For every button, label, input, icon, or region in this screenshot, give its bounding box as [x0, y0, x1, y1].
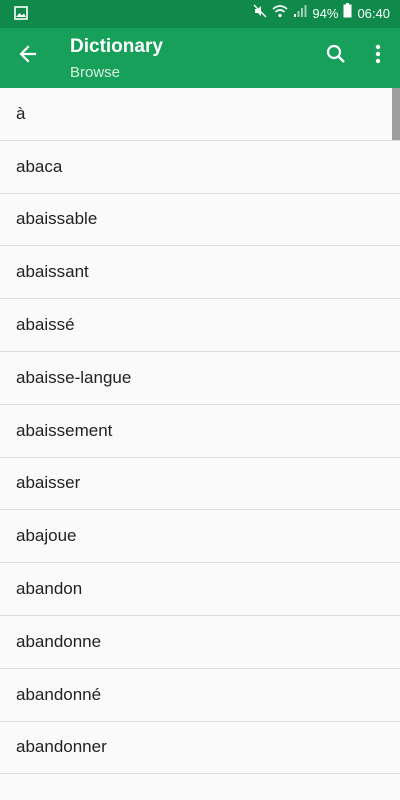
- word-label: abandonné: [16, 684, 102, 704]
- word-label: abaisse-langue: [16, 367, 132, 387]
- search-button[interactable]: [320, 40, 352, 72]
- word-label: abaissé: [16, 315, 75, 335]
- list-item[interactable]: abandon: [0, 563, 400, 616]
- list-item[interactable]: abaissable: [0, 193, 400, 247]
- page-subtitle: Browse: [70, 64, 121, 81]
- word-label: abaisser: [16, 473, 81, 493]
- image-icon: [14, 6, 28, 23]
- scrollbar[interactable]: [392, 88, 400, 140]
- word-label: à: [16, 103, 26, 123]
- back-arrow-icon: [18, 44, 38, 69]
- word-label: abaissable: [16, 209, 98, 229]
- list-item[interactable]: abajoue: [0, 510, 400, 564]
- word-label: abajoue: [16, 526, 77, 546]
- list-item[interactable]: à: [0, 88, 400, 141]
- list-item[interactable]: abaissé: [0, 299, 400, 352]
- search-icon: [326, 44, 346, 69]
- back-button[interactable]: [10, 38, 46, 74]
- battery-percent: 94%: [312, 6, 339, 21]
- list-item[interactable]: [0, 774, 400, 800]
- word-list[interactable]: à abaca abaissable abaissant abaissé aba…: [0, 88, 400, 800]
- word-label: abandon: [16, 579, 83, 599]
- battery-icon: [343, 0, 352, 28]
- list-item[interactable]: abaissant: [0, 246, 400, 300]
- list-item[interactable]: abaissement: [0, 404, 400, 458]
- clock: 06:40: [357, 6, 390, 21]
- status-bar: 94% 06:40: [0, 0, 400, 28]
- list-item[interactable]: abaisse-langue: [0, 351, 400, 405]
- app-bar: Dictionary Browse: [0, 28, 400, 88]
- mute-icon: [253, 0, 267, 28]
- word-label: abandonne: [16, 631, 102, 651]
- more-vert-icon: [375, 44, 381, 69]
- word-label: abaissement: [16, 420, 113, 440]
- list-item[interactable]: abandonné: [0, 668, 400, 722]
- word-label: abaca: [16, 156, 63, 176]
- list-item[interactable]: abaisser: [0, 457, 400, 511]
- word-label: abandonner: [16, 737, 107, 757]
- list-item[interactable]: abaca: [0, 140, 400, 194]
- word-label: abaissant: [16, 262, 89, 282]
- more-options-button[interactable]: [362, 40, 394, 72]
- signal-icon: [293, 0, 307, 28]
- page-title: Dictionary: [70, 36, 163, 57]
- wifi-icon: [272, 0, 288, 28]
- list-item[interactable]: abandonner: [0, 721, 400, 775]
- list-item[interactable]: abandonne: [0, 615, 400, 669]
